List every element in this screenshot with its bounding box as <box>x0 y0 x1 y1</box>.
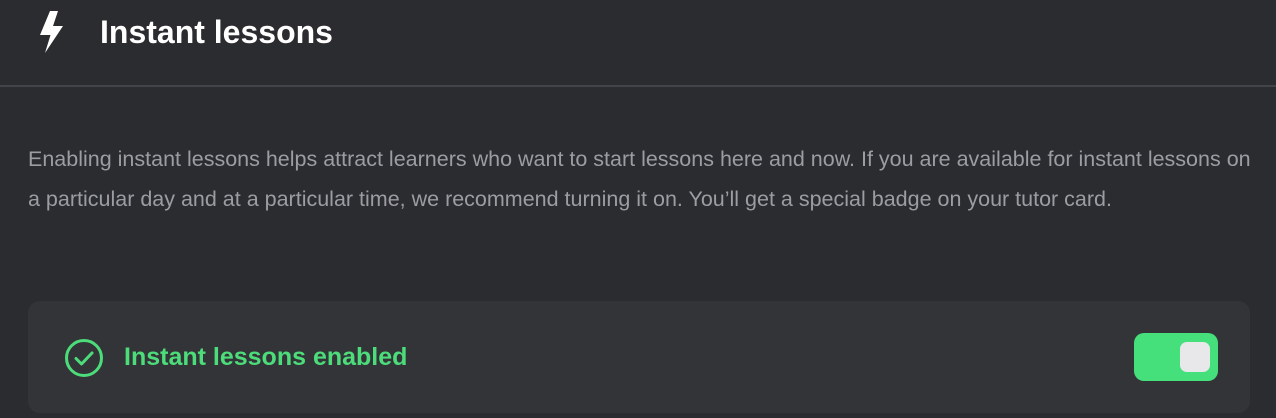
instant-lessons-status-label: Instant lessons enabled <box>124 343 408 371</box>
toggle-knob <box>1180 342 1210 372</box>
instant-lessons-status-card: Instant lessons enabled <box>28 301 1250 413</box>
lightning-bolt-icon <box>36 10 68 54</box>
check-circle-icon <box>64 338 104 378</box>
instant-lessons-toggle[interactable] <box>1134 333 1218 381</box>
section-header: Instant lessons <box>0 0 1276 87</box>
page-title: Instant lessons <box>100 14 333 50</box>
instant-lessons-description: Enabling instant lessons helps attract l… <box>28 147 1251 211</box>
